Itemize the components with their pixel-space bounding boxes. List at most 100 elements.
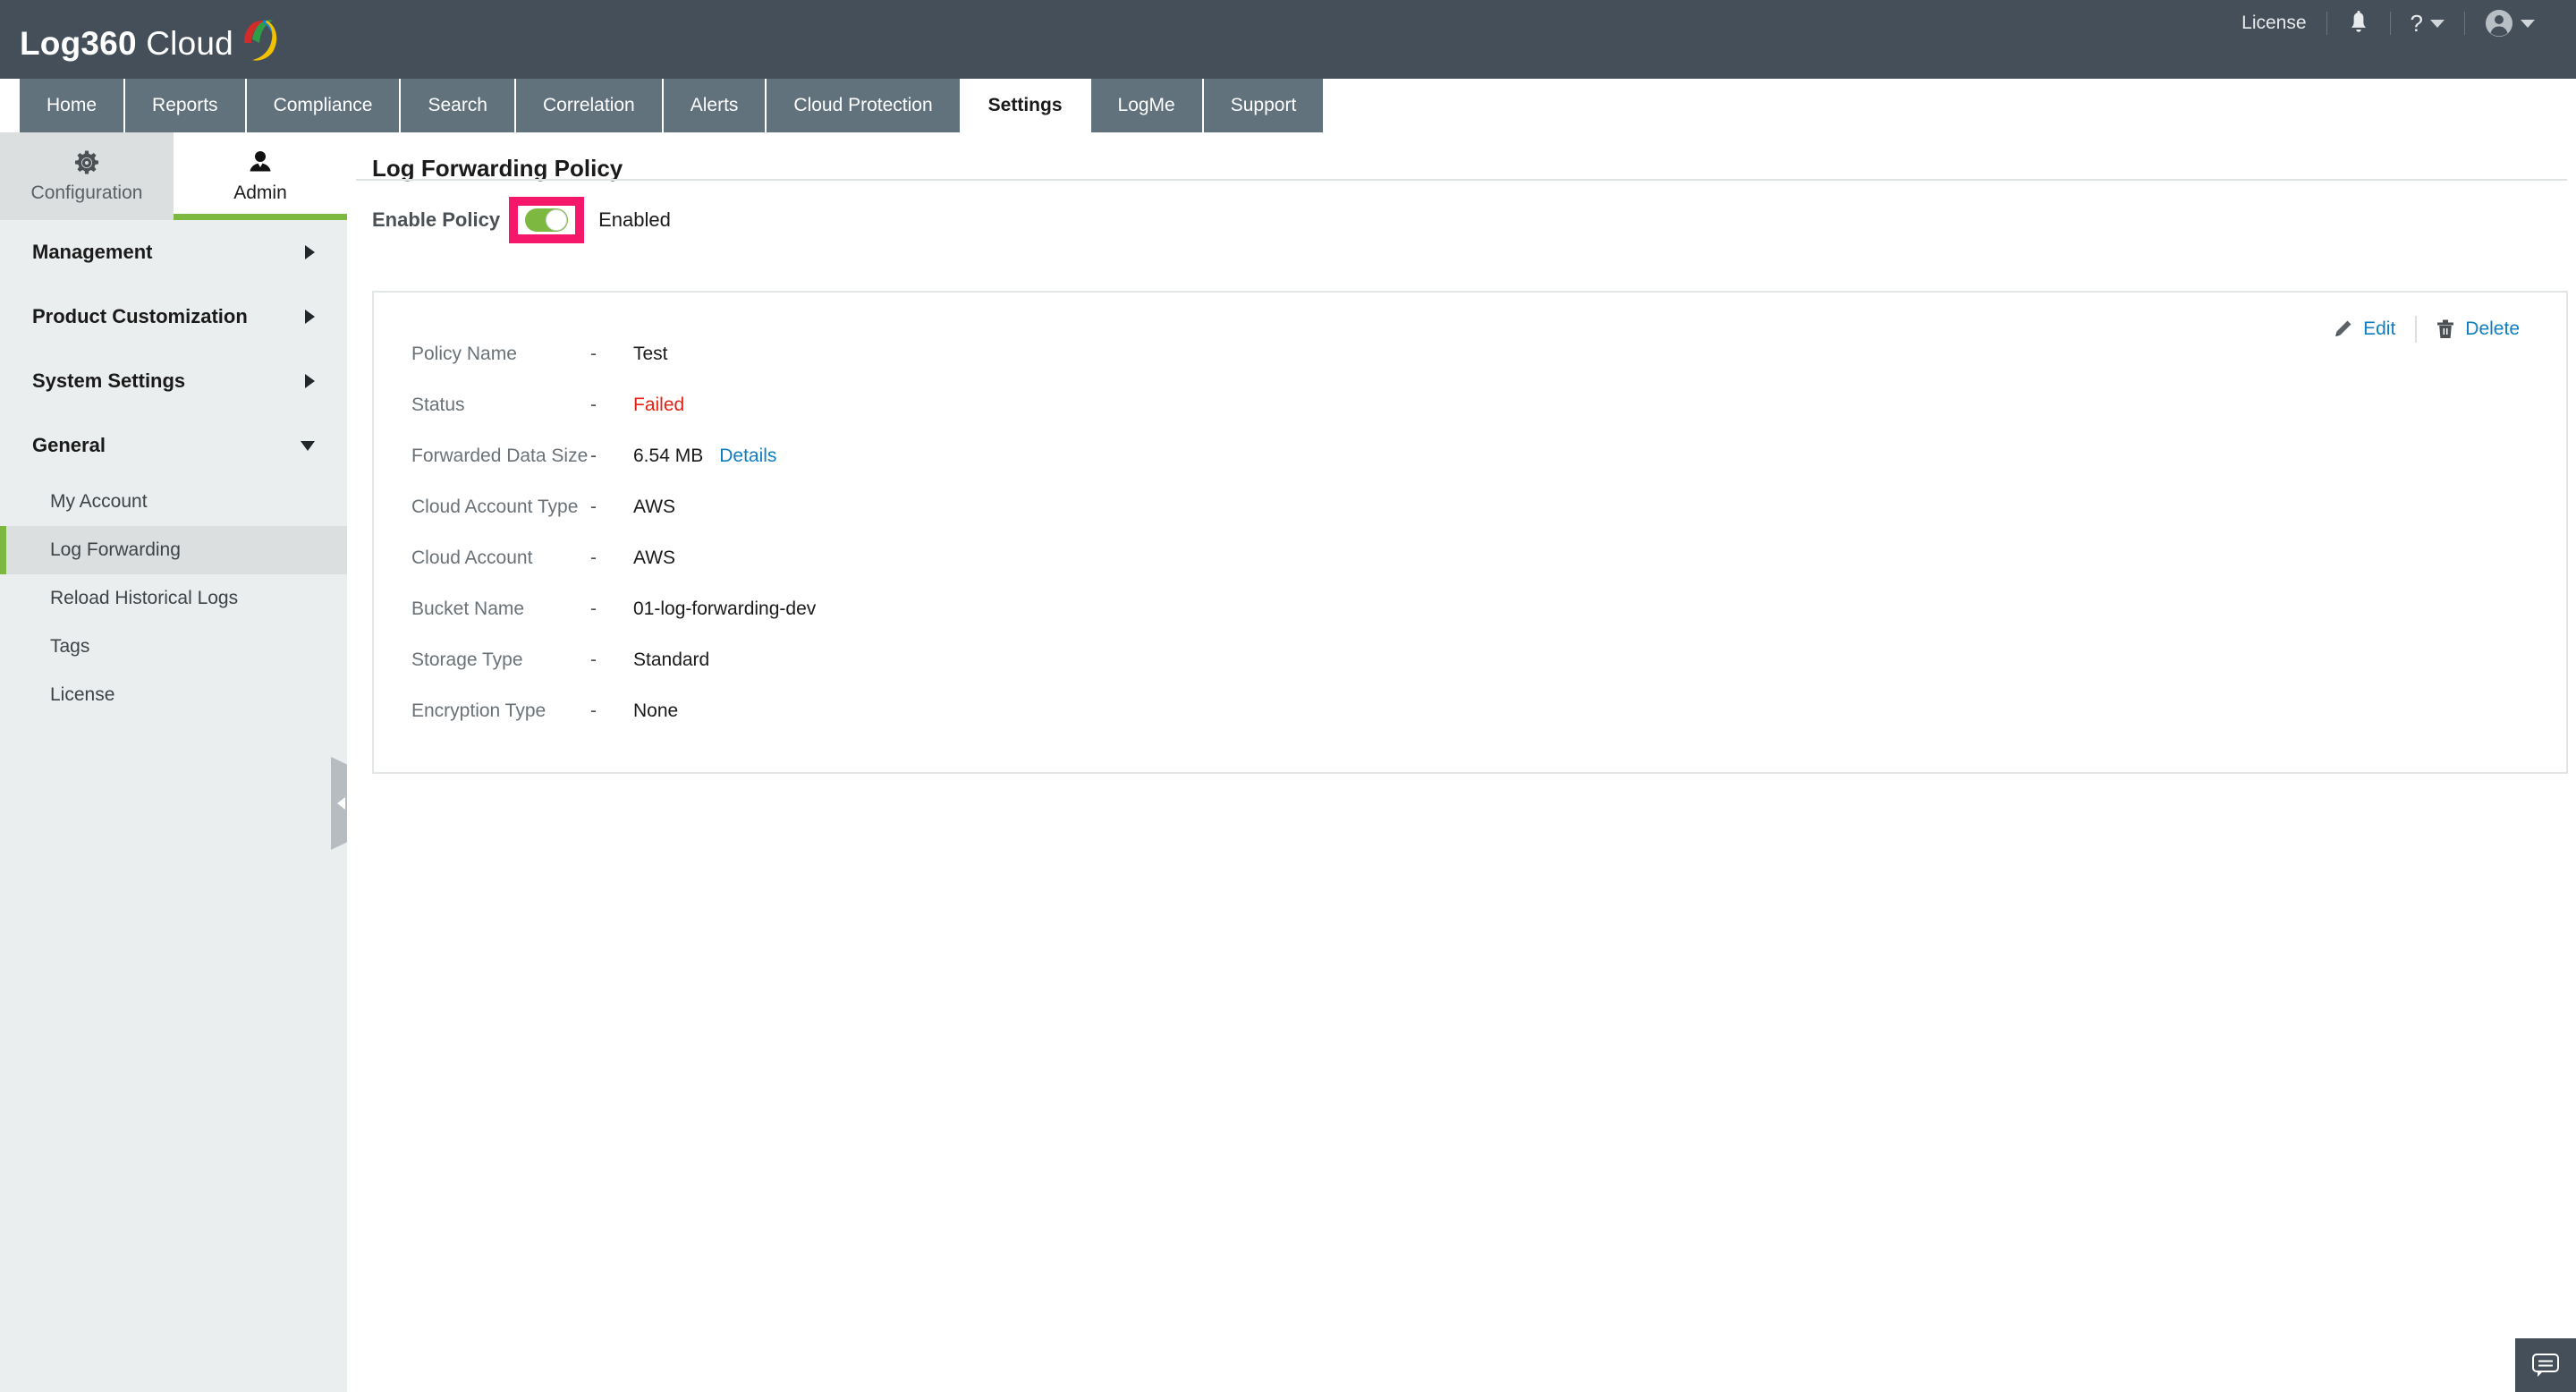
app-logo[interactable]: Log360 Cloud	[20, 13, 278, 64]
sidebar-item-log-forwarding[interactable]: Log Forwarding	[0, 526, 347, 574]
nav-tab-label: LogMe	[1118, 95, 1175, 116]
sidebar-item-label: Tags	[50, 636, 89, 658]
sidebar-group-management[interactable]: Management	[0, 220, 347, 284]
main-navigation-bar: Home Reports Compliance Search Correlation Al…	[0, 79, 2576, 132]
chevron-down-icon	[2521, 20, 2535, 28]
question-mark-icon: ?	[2411, 12, 2423, 35]
detail-row: Cloud Account Type-AWS	[411, 481, 816, 532]
nav-tab-support[interactable]: Support	[1204, 79, 1326, 132]
header-right-controls: License ?	[2222, 0, 2555, 47]
nav-tab-correlation[interactable]: Correlation	[516, 79, 664, 132]
tab-configuration-label: Configuration	[31, 182, 143, 204]
detail-row-separator: -	[590, 344, 633, 365]
sidebar-item-license[interactable]: License	[0, 671, 347, 719]
enable-policy-state-text: Enabled	[598, 208, 671, 232]
sidebar-group-general[interactable]: General	[0, 413, 347, 478]
enable-policy-toggle[interactable]	[525, 208, 568, 232]
detail-row-value: AWS	[633, 547, 675, 569]
chevron-right-icon	[305, 245, 315, 259]
logo-text-bold: Log360	[20, 25, 137, 62]
policy-detail-rows: Policy Name-TestStatus-FailedForwarded D…	[411, 328, 816, 736]
chevron-right-icon	[305, 374, 315, 388]
detail-row-separator: -	[590, 700, 633, 722]
notifications-button[interactable]	[2327, 0, 2390, 47]
sidebar-group-system-settings[interactable]: System Settings	[0, 349, 347, 413]
status-badge: Failed	[633, 395, 684, 416]
chevron-left-icon	[337, 797, 345, 810]
nav-tab-cloud-protection[interactable]: Cloud Protection	[767, 79, 961, 132]
nav-tab-alerts[interactable]: Alerts	[664, 79, 767, 132]
trash-icon	[2436, 319, 2454, 339]
detail-row-label: Bucket Name	[411, 598, 590, 620]
delete-button[interactable]: Delete	[2417, 318, 2539, 340]
detail-row-separator: -	[590, 497, 633, 518]
detail-row: Encryption Type-None	[411, 685, 816, 736]
chat-bubble-icon	[2530, 1352, 2561, 1379]
detail-row-separator: -	[590, 649, 633, 671]
delete-button-label: Delete	[2465, 318, 2520, 340]
edit-button[interactable]: Edit	[2313, 318, 2415, 340]
logo-text: Log360 Cloud	[20, 23, 233, 64]
details-link[interactable]: Details	[719, 446, 776, 467]
nav-tab-search[interactable]: Search	[401, 79, 516, 132]
nav-tab-label: Support	[1231, 95, 1297, 116]
user-avatar-icon	[2485, 9, 2513, 38]
license-link[interactable]: License	[2222, 0, 2326, 47]
detail-row-label: Cloud Account	[411, 547, 590, 569]
detail-row-separator: -	[590, 547, 633, 569]
detail-row-label: Encryption Type	[411, 700, 590, 722]
license-label: License	[2241, 13, 2306, 34]
sidebar-menu: Management Product Customization System Se…	[0, 220, 347, 719]
sidebar-item-tags[interactable]: Tags	[0, 623, 347, 671]
sidebar-item-my-account[interactable]: My Account	[0, 478, 347, 526]
nav-tab-label: Reports	[152, 95, 218, 116]
detail-row: Forwarded Data Size-6.54 MBDetails	[411, 430, 816, 481]
sidebar-item-label: Reload Historical Logs	[50, 588, 238, 609]
main-content-area: Log Forwarding Policy Enable Policy Enab…	[347, 132, 2576, 1392]
nav-tab-compliance[interactable]: Compliance	[247, 79, 402, 132]
detail-row-label: Status	[411, 395, 590, 416]
chat-support-button[interactable]	[2515, 1338, 2576, 1392]
card-action-buttons: Edit Delete	[2313, 316, 2539, 343]
detail-row-value: Test	[633, 344, 668, 365]
nav-tab-reports[interactable]: Reports	[125, 79, 247, 132]
top-header-bar: Log360 Cloud License	[0, 0, 2576, 79]
chevron-down-icon	[301, 441, 315, 451]
policy-details-card: Edit Delete Policy Name-TestStatus-Faile…	[372, 291, 2568, 774]
nav-tab-label: Search	[428, 95, 487, 116]
detail-row: Cloud Account-AWS	[411, 532, 816, 583]
user-account-menu-button[interactable]	[2465, 0, 2555, 47]
sidebar-item-label: Log Forwarding	[50, 539, 181, 561]
pencil-icon	[2333, 319, 2352, 339]
nav-tab-logme[interactable]: LogMe	[1091, 79, 1204, 132]
nav-tab-label: Correlation	[543, 95, 635, 116]
detail-row-label: Storage Type	[411, 649, 590, 671]
person-icon	[247, 149, 274, 176]
nav-tab-label: Home	[47, 95, 97, 116]
tab-configuration[interactable]: Configuration	[0, 132, 174, 220]
detail-row-label: Forwarded Data Size	[411, 446, 590, 467]
logo-text-thin: Cloud	[146, 25, 233, 62]
detail-row-value: 01-log-forwarding-dev	[633, 598, 816, 620]
detail-row-label: Policy Name	[411, 344, 590, 365]
settings-subtab-bar: Configuration Admin	[0, 132, 347, 220]
sidebar-item-reload-historical-logs[interactable]: Reload Historical Logs	[0, 574, 347, 623]
sidebar-item-label: License	[50, 684, 114, 706]
sidebar-group-label: System Settings	[32, 369, 305, 393]
help-menu-button[interactable]: ?	[2391, 0, 2464, 47]
sidebar-group-product-customization[interactable]: Product Customization	[0, 284, 347, 349]
nav-tab-home[interactable]: Home	[20, 79, 125, 132]
nav-tab-label: Compliance	[274, 95, 373, 116]
detail-row-label: Cloud Account Type	[411, 497, 590, 518]
enable-policy-row: Enable Policy Enabled	[372, 197, 671, 243]
tab-admin-label: Admin	[233, 182, 287, 204]
detail-row: Storage Type-Standard	[411, 634, 816, 685]
enable-policy-toggle-highlight	[509, 197, 584, 243]
detail-row-separator: -	[590, 395, 633, 416]
sidebar-group-label: Management	[32, 241, 305, 264]
title-divider	[356, 179, 2567, 181]
nav-tab-settings[interactable]: Settings	[962, 79, 1091, 132]
bell-icon	[2347, 11, 2370, 36]
tab-admin[interactable]: Admin	[174, 132, 347, 220]
detail-row-separator: -	[590, 446, 633, 467]
